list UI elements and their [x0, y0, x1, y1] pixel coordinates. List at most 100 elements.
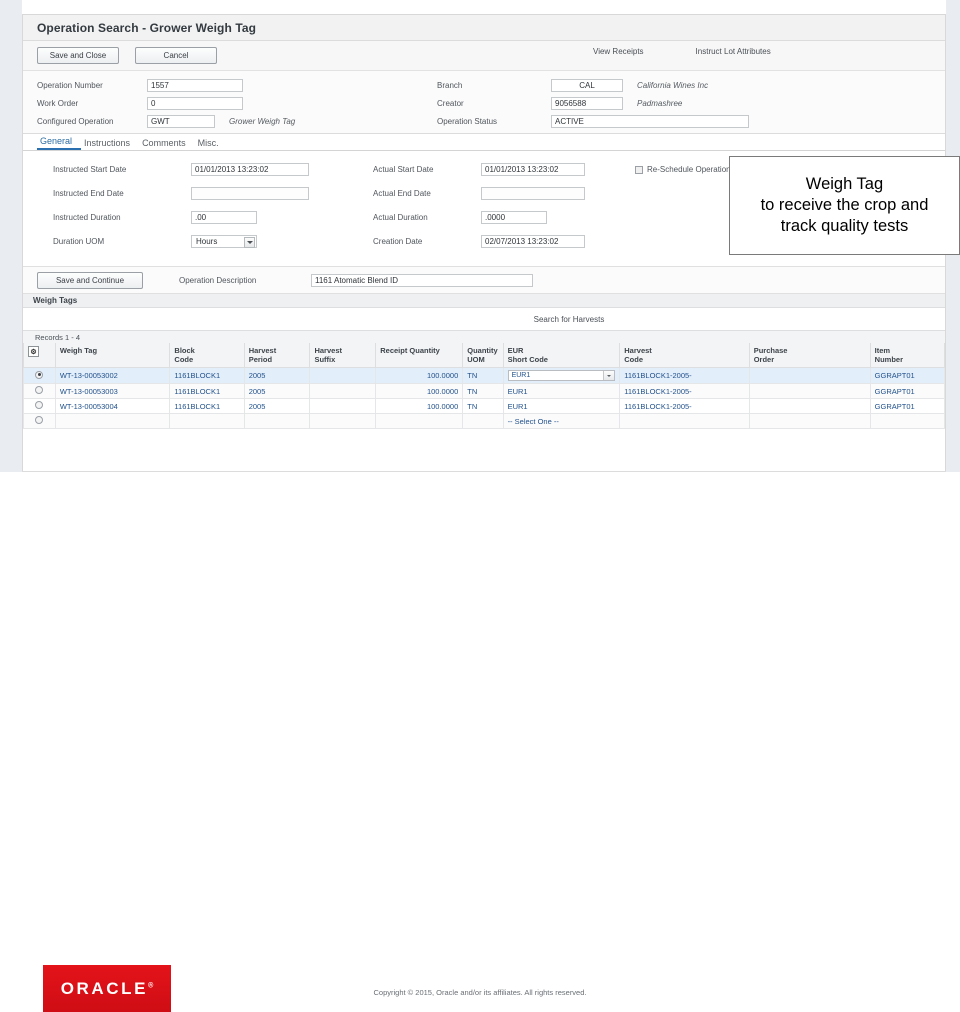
actual-start-date-row: Actual Start Date 01/01/2013 13:23:02 — [373, 163, 585, 176]
eur-short-code-cell[interactable]: EUR1 — [502, 383, 621, 399]
save-and-continue-button[interactable]: Save and Continue — [37, 272, 143, 289]
weigh-tag-cell — [54, 413, 171, 429]
actual-end-date-label: Actual End Date — [373, 189, 431, 198]
window-title-bar: Operation Search - Grower Weigh Tag — [23, 15, 945, 41]
quantity-uom-cell: TN — [462, 383, 504, 399]
tab-general[interactable]: General — [37, 136, 82, 150]
weigh-tag-column-header[interactable]: Weigh Tag — [54, 343, 171, 368]
callout-line-3: track quality tests — [780, 217, 909, 236]
operation-status-input[interactable]: ACTIVE — [551, 115, 749, 128]
row-select-cell[interactable] — [23, 367, 56, 384]
receipt-quantity-cell: 100.0000 — [375, 383, 464, 399]
harvest-suffix-cell — [309, 413, 377, 429]
receipt-quantity-cell — [375, 413, 464, 429]
harvest-code-column-header[interactable]: Harvest Code — [619, 343, 750, 368]
records-count-label: Records 1 - 4 — [35, 332, 81, 342]
left-decorative-band — [0, 0, 22, 540]
operation-status-label: Operation Status — [437, 117, 498, 126]
instructed-start-date-input[interactable]: 01/01/2013 13:23:02 — [191, 163, 309, 176]
harvest-code-cell: 1161BLOCK1-2005- — [619, 367, 750, 384]
chevron-down-icon[interactable] — [603, 371, 615, 380]
purchase-order-column-header[interactable]: Purchase Order — [748, 343, 871, 368]
tab-instructions[interactable]: Instructions — [81, 138, 139, 150]
row-select-cell[interactable] — [23, 383, 56, 399]
harvest-period-cell: 2005 — [243, 383, 311, 399]
table-row[interactable]: WT-13-00053004 1161BLOCK1 2005 100.0000 TN EU… — [23, 398, 945, 414]
item-number-column-header[interactable]: Item Number — [869, 343, 945, 368]
instructed-end-date-input[interactable] — [191, 187, 309, 200]
receipt-quantity-cell: 100.0000 — [375, 398, 464, 414]
quantity-uom-column-header[interactable]: Quantity UOM — [462, 343, 504, 368]
row-radio-button[interactable] — [35, 386, 44, 394]
column-settings-icon[interactable]: ⚙ — [28, 346, 39, 357]
weigh-tags-section-title: Weigh Tags — [33, 296, 78, 305]
table-row[interactable]: WT-13-00053002 1161BLOCK1 2005 100.0000 TN EU… — [23, 367, 945, 384]
work-order-input[interactable]: 0 — [147, 97, 243, 110]
duration-uom-select[interactable]: Hours — [191, 235, 257, 248]
save-continue-row: Save and Continue Operation Description … — [23, 267, 945, 294]
item-number-cell: GGRAPT01 — [869, 367, 945, 384]
quantity-uom-cell: TN — [462, 367, 504, 384]
operation-number-input[interactable]: 1557 — [147, 79, 243, 92]
row-radio-button[interactable] — [35, 416, 44, 424]
creator-input[interactable]: 9056588 — [551, 97, 623, 110]
search-for-harvests-link[interactable]: Search for Harvests — [534, 315, 605, 324]
cancel-button[interactable]: Cancel — [135, 47, 217, 64]
weigh-tag-cell: WT-13-00053003 — [54, 383, 171, 399]
harvest-code-header-line1: Harvest — [624, 346, 652, 355]
callout-box: Weigh Tag to receive the crop and track … — [729, 156, 960, 255]
row-select-cell[interactable] — [23, 413, 56, 429]
actual-start-date-label: Actual Start Date — [373, 165, 434, 174]
configured-operation-input[interactable]: GWT — [147, 115, 215, 128]
receipt-quantity-column-header[interactable]: Receipt Quantity — [375, 343, 464, 368]
tab-comments[interactable]: Comments — [139, 138, 195, 150]
actual-start-date-input[interactable]: 01/01/2013 13:23:02 — [481, 163, 585, 176]
eur-short-code-select[interactable]: EUR1 — [507, 370, 616, 381]
purchase-order-cell — [748, 413, 871, 429]
tab-misc[interactable]: Misc. — [195, 138, 228, 150]
footer-area: ORACLE® Copyright © 2015, Oracle and/or … — [0, 472, 960, 1012]
reschedule-operations-checkbox-row[interactable]: Re-Schedule Operations — [635, 165, 735, 174]
chevron-down-icon[interactable] — [244, 237, 255, 248]
branch-input[interactable]: CAL — [551, 79, 623, 92]
block-code-header-line2: Code — [174, 355, 194, 364]
copyright-text: Copyright © 2015, Oracle and/or its affi… — [373, 988, 587, 997]
eur-short-code-cell[interactable]: -- Select One -- — [502, 413, 621, 429]
harvest-period-column-header[interactable]: Harvest Period — [243, 343, 311, 368]
harvest-suffix-cell — [309, 398, 377, 414]
instructed-duration-input[interactable]: .00 — [191, 211, 257, 224]
quantity-uom-header-line1: Quantity — [467, 346, 498, 355]
operation-description-input[interactable]: 1161 Atomatic Blend ID — [311, 274, 533, 287]
creation-date-input[interactable]: 02/07/2013 13:23:02 — [481, 235, 585, 248]
header-fields-panel: Operation Number 1557 Work Order 0 Confi… — [23, 71, 945, 134]
actual-end-date-input[interactable] — [481, 187, 585, 200]
duration-uom-row: Duration UOM Hours — [53, 235, 257, 248]
creation-date-row: Creation Date 02/07/2013 13:23:02 — [373, 235, 585, 248]
eur-short-code-header-line2: Short Code — [507, 355, 548, 364]
row-radio-button[interactable] — [35, 401, 44, 409]
harvest-suffix-column-header[interactable]: Harvest Suffix — [309, 343, 377, 368]
harvest-period-cell — [243, 413, 311, 429]
instructed-end-date-row: Instructed End Date — [53, 187, 309, 200]
creator-field-row: Creator 9056588 Padmashree — [437, 97, 682, 110]
row-select-cell[interactable] — [23, 398, 56, 414]
harvest-period-header-line2: Period — [248, 355, 273, 364]
reschedule-operations-checkbox[interactable] — [635, 165, 643, 174]
eur-short-code-cell[interactable]: EUR1 — [502, 367, 621, 384]
block-code-cell: 1161BLOCK1 — [169, 367, 245, 384]
block-code-column-header[interactable]: Block Code — [169, 343, 245, 368]
save-and-close-button[interactable]: Save and Close — [37, 47, 119, 64]
block-code-cell — [169, 413, 245, 429]
row-radio-button[interactable] — [35, 370, 44, 379]
select-column-header: ⚙ — [23, 343, 56, 368]
instruct-lot-attributes-link[interactable]: Instruct Lot Attributes — [696, 47, 771, 56]
weigh-tags-section-bar: Weigh Tags — [23, 294, 945, 308]
actual-duration-input[interactable]: .0000 — [481, 211, 547, 224]
eur-short-code-column-header[interactable]: EUR Short Code — [502, 343, 621, 368]
eur-short-code-value: EUR1 — [511, 372, 531, 379]
table-row[interactable]: WT-13-00053003 1161BLOCK1 2005 100.0000 TN EU… — [23, 383, 945, 399]
eur-short-code-cell[interactable]: EUR1 — [502, 398, 621, 414]
table-row[interactable]: -- Select One -- — [23, 413, 945, 429]
view-receipts-link[interactable]: View Receipts — [593, 47, 644, 56]
instructed-duration-label: Instructed Duration — [53, 213, 121, 222]
